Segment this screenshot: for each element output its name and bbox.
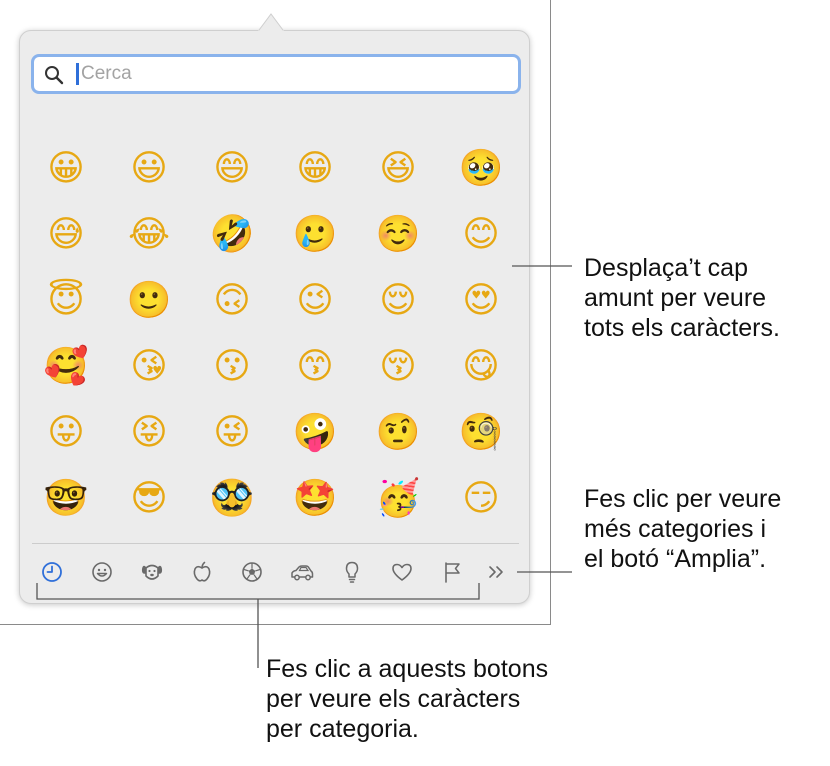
emoji-cell[interactable]: 🤣 [207, 210, 257, 260]
emoji-cell[interactable]: 😆 [373, 144, 423, 194]
figure: 😀 😃 😄 😁 😆 🥹 😅 😂 🤣 🥲 ☺️ 😊 😇 🙂 🙃 😉 😌 😍 🥰 😘 [0, 0, 830, 766]
heart-icon [392, 563, 412, 581]
emoji-cell[interactable]: 😘 [124, 342, 174, 392]
emoji-cell[interactable]: 🥸 [207, 474, 257, 524]
lightbulb-icon [345, 561, 359, 583]
category-smileys-people-button[interactable] [89, 559, 115, 585]
clock-icon [42, 562, 62, 582]
scroll-callout: Desplaça’t cap amunt per veure tots els … [584, 253, 780, 343]
emoji-cell[interactable]: 😃 [124, 144, 174, 194]
emoji-cell[interactable]: 😏 [456, 474, 506, 524]
soccer-ball-icon [242, 562, 262, 582]
double-chevron-right-icon [489, 566, 503, 578]
more-categories-callout: Fes clic per veure més categories i el b… [584, 484, 781, 574]
callout-line: Fes clic per veure [584, 485, 782, 513]
emoji-cell[interactable]: 😜 [207, 408, 257, 458]
callout-line: per categoria. [266, 715, 419, 743]
category-frequently-used-button[interactable] [39, 559, 65, 585]
emoji-cell[interactable]: 😝 [124, 408, 174, 458]
apple-icon [193, 561, 211, 582]
search-field[interactable] [31, 54, 521, 94]
emoji-cell[interactable]: 🤨 [373, 408, 423, 458]
text-cursor [76, 63, 79, 85]
emoji-cell[interactable]: 😁 [290, 144, 340, 194]
callout-line: per veure els caràcters [266, 685, 521, 713]
category-objects-button[interactable] [339, 559, 365, 585]
category-travel-places-button[interactable] [289, 559, 315, 585]
category-flags-button[interactable] [439, 559, 465, 585]
category-animals-nature-button[interactable] [139, 559, 165, 585]
callout-line: més categories i [584, 515, 767, 543]
callout-line: tots els caràcters. [584, 314, 780, 342]
callout-line: amunt per veure [584, 284, 767, 312]
more-categories-button[interactable] [484, 559, 510, 585]
emoji-cell[interactable]: 😉 [290, 276, 340, 326]
emoji-cell[interactable]: 🙃 [207, 276, 257, 326]
emoji-cell[interactable]: 😚 [373, 342, 423, 392]
emoji-cell[interactable]: 😛 [41, 408, 91, 458]
emoji-cell[interactable]: 🥲 [290, 210, 340, 260]
emoji-cell[interactable]: 🤩 [290, 474, 340, 524]
callout-line: el botó “Amplia”. [584, 545, 767, 573]
search-icon [45, 66, 64, 85]
emoji-cell[interactable]: 🤓 [41, 474, 91, 524]
emoji-cell[interactable]: 🧐 [456, 408, 506, 458]
emoji-cell[interactable]: 😍 [456, 276, 506, 326]
category-food-drink-button[interactable] [189, 559, 215, 585]
dog-icon [141, 564, 163, 580]
callout-line: Fes clic a aquests botons [266, 655, 549, 683]
emoji-cell[interactable]: 😊 [456, 210, 506, 260]
emoji-cell[interactable]: 😎 [124, 474, 174, 524]
emoji-cell[interactable]: 😗 [207, 342, 257, 392]
emoji-cell[interactable]: 🥰 [41, 342, 91, 392]
search-input[interactable] [81, 60, 501, 88]
emoji-cell[interactable]: 🥹 [456, 144, 506, 194]
category-bar-divider [32, 543, 519, 544]
category-bar [32, 551, 519, 599]
emoji-cell[interactable]: 😀 [41, 144, 91, 194]
emoji-cell[interactable]: 😅 [41, 210, 91, 260]
popover-arrow [258, 13, 284, 32]
smiley-icon [92, 562, 112, 582]
flag-icon [445, 562, 460, 583]
car-icon [291, 565, 314, 581]
emoji-cell[interactable]: 🙂 [124, 276, 174, 326]
emoji-cell[interactable]: 😄 [207, 144, 257, 194]
emoji-cell[interactable]: 🥳 [373, 474, 423, 524]
categories-callout: Fes clic a aquests botons per veure els … [266, 654, 548, 744]
emoji-cell[interactable]: 😇 [41, 276, 91, 326]
emoji-cell[interactable]: 😌 [373, 276, 423, 326]
category-activity-button[interactable] [239, 559, 265, 585]
category-symbols-button[interactable] [389, 559, 415, 585]
emoji-cell[interactable]: 😙 [290, 342, 340, 392]
character-viewer-popover: 😀 😃 😄 😁 😆 🥹 😅 😂 🤣 🥲 ☺️ 😊 😇 🙂 🙃 😉 😌 😍 🥰 😘 [19, 30, 530, 604]
emoji-grid[interactable]: 😀 😃 😄 😁 😆 🥹 😅 😂 🤣 🥲 ☺️ 😊 😇 🙂 🙃 😉 😌 😍 🥰 😘 [20, 141, 529, 541]
emoji-cell[interactable]: ☺️ [373, 210, 423, 260]
emoji-cell[interactable]: 🤪 [290, 408, 340, 458]
emoji-cell[interactable]: 😋 [456, 342, 506, 392]
callout-line: Desplaça’t cap [584, 254, 748, 282]
emoji-cell[interactable]: 😂 [124, 210, 174, 260]
